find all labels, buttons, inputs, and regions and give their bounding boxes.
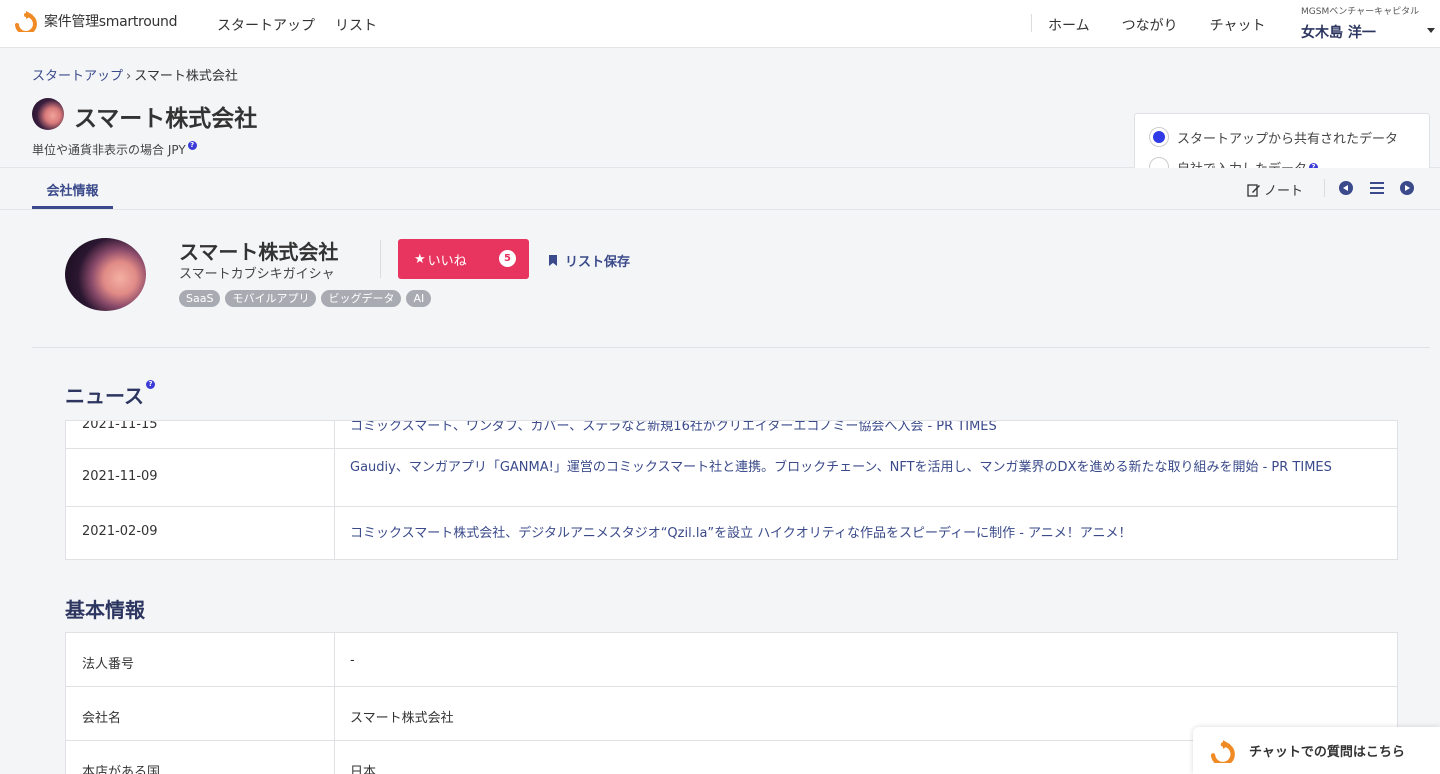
nav-startup[interactable]: スタートアップ xyxy=(217,15,315,35)
star-icon: ★ xyxy=(414,251,426,267)
info-label: 会社名 xyxy=(82,711,122,726)
page-title: スマート株式会社 xyxy=(74,106,258,132)
basic-info-heading: 基本情報 xyxy=(65,598,145,622)
top-navbar: 案件管理smartround スタートアップ リスト ホーム つながり チャット… xyxy=(0,0,1440,48)
page-header: スタートアップ › スマート株式会社 スマート株式会社 単位や通貨非表示の場合 JP… xyxy=(0,48,1440,194)
bookmark-icon xyxy=(549,255,557,266)
news-title: ニュース xyxy=(65,384,144,408)
chevron-down-icon[interactable] xyxy=(1427,28,1435,33)
org-name: MGSMベンチャーキャピタル xyxy=(1301,7,1420,17)
tab-company-info[interactable]: 会社情報 xyxy=(32,168,113,209)
tag[interactable]: ビッグデータ xyxy=(321,290,402,307)
nav-connections[interactable]: つながり xyxy=(1122,15,1178,35)
table-row: 2021-11-15 コミックスマート、ワンダフ、カバー、ステラなど新規16社が… xyxy=(66,420,1397,449)
toolbar-divider xyxy=(1324,179,1325,197)
like-button[interactable]: ★ いいね 5 xyxy=(398,239,529,279)
company-avatar-small xyxy=(32,98,64,130)
news-link[interactable]: コミックスマート株式会社、デジタルアニメスタジオ“Qzil.la”を設立 ハイク… xyxy=(350,523,1380,544)
prev-arrow-icon[interactable] xyxy=(1339,181,1353,195)
breadcrumb-parent[interactable]: スタートアップ xyxy=(32,69,123,84)
like-count-badge: 5 xyxy=(499,250,516,267)
tag[interactable]: SaaS xyxy=(179,290,221,307)
info-value: 日本 xyxy=(350,765,377,774)
chevron-right-icon: › xyxy=(126,69,132,84)
info-value: スマート株式会社 xyxy=(350,711,454,726)
chat-widget-label: チャットでの質問はこちら xyxy=(1249,745,1405,760)
next-arrow-icon[interactable] xyxy=(1400,181,1414,195)
info-label: 本店がある国 xyxy=(82,765,161,774)
table-row: 2021-11-09 Gaudiy、マンガアプリ「GANMA!」運営のコミックス… xyxy=(66,449,1397,507)
smartround-logo-icon xyxy=(1210,739,1235,763)
radio-shared-label: スタートアップから共有されたデータ xyxy=(1177,131,1399,147)
smartround-logo-icon xyxy=(15,11,37,32)
tag-list: SaaS モバイルアプリ ビッグデータ AI xyxy=(179,290,432,307)
tag[interactable]: モバイルアプリ xyxy=(225,290,317,307)
news-link[interactable]: コミックスマート、ワンダフ、カバー、ステラなど新規16社がクリエイターエコノミー… xyxy=(350,421,1380,437)
list-icon[interactable] xyxy=(1370,182,1384,194)
company-avatar xyxy=(65,238,146,311)
news-heading: ニュース? xyxy=(65,380,155,409)
news-date: 2021-11-15 xyxy=(82,420,158,432)
save-list-label: リスト保存 xyxy=(565,255,631,270)
radio-shared-data[interactable]: スタートアップから共有されたデータ xyxy=(1149,127,1398,147)
tag[interactable]: AI xyxy=(406,290,432,307)
table-row: 法人番号 - xyxy=(66,633,1397,687)
nav-list[interactable]: リスト xyxy=(335,15,377,35)
nav-home[interactable]: ホーム xyxy=(1048,15,1090,35)
breadcrumb: スタートアップ › スマート株式会社 xyxy=(32,65,238,84)
info-label: 法人番号 xyxy=(82,657,135,672)
note-button[interactable]: ノート xyxy=(1247,180,1303,199)
tab-bar: 会社情報 ノート xyxy=(0,168,1440,210)
news-link[interactable]: Gaudiy、マンガアプリ「GANMA!」運営のコミックスマート社と連携。ブロッ… xyxy=(350,457,1380,478)
nav-chat[interactable]: チャット xyxy=(1210,15,1266,35)
help-icon[interactable]: ? xyxy=(187,141,197,150)
company-name: スマート株式会社 xyxy=(179,240,339,264)
nav-divider xyxy=(1031,14,1032,32)
news-date: 2021-11-09 xyxy=(82,469,158,484)
news-date: 2021-02-09 xyxy=(82,524,158,539)
logo[interactable]: 案件管理smartround xyxy=(14,10,178,32)
info-value: - xyxy=(350,653,355,668)
unit-note: 単位や通貨非表示の場合 JPY? xyxy=(32,141,197,158)
save-list-button[interactable]: リスト保存 xyxy=(549,251,630,270)
like-label: いいね xyxy=(427,253,467,269)
user-menu[interactable]: 女木島 洋一 xyxy=(1301,22,1376,42)
news-table: 2021-11-15 コミックスマート、ワンダフ、カバー、ステラなど新規16社が… xyxy=(65,420,1398,560)
profile-divider xyxy=(380,240,381,278)
company-kana: スマートカブシキガイシャ xyxy=(179,267,335,282)
chat-support-widget[interactable]: チャットでの質問はこちら xyxy=(1193,727,1440,774)
help-icon[interactable]: ? xyxy=(146,380,155,389)
section-divider xyxy=(32,347,1430,348)
logo-text: 案件管理smartround xyxy=(44,14,178,30)
unit-note-text: 単位や通貨非表示の場合 JPY xyxy=(32,143,186,157)
note-icon xyxy=(1247,183,1260,197)
breadcrumb-current: スマート株式会社 xyxy=(134,69,238,84)
radio-checked-icon[interactable] xyxy=(1149,127,1169,147)
note-label: ノート xyxy=(1264,184,1304,199)
table-row: 2021-02-09 コミックスマート株式会社、デジタルアニメスタジオ“Qzil… xyxy=(66,507,1397,559)
